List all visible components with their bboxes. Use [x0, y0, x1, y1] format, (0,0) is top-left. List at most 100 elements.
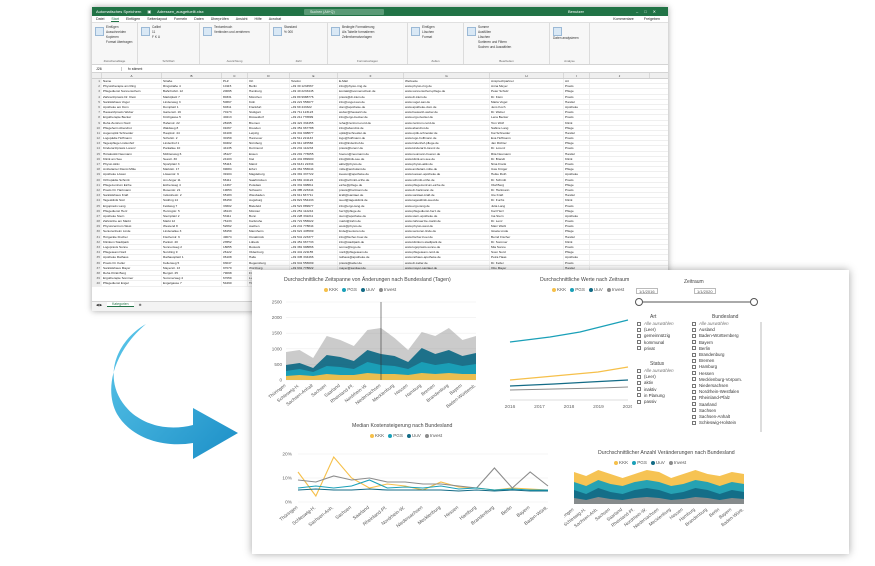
table-cell[interactable]: Sven Nord: [490, 250, 564, 255]
table-cell[interactable]: Apotheke: [564, 213, 590, 219]
table-cell[interactable]: www.dr-klein.de: [404, 94, 490, 99]
row-number[interactable]: 21: [92, 182, 102, 187]
table-cell[interactable]: Aachen: [248, 224, 290, 229]
table-cell[interactable]: 90402: [222, 141, 248, 146]
checkbox[interactable]: [692, 402, 696, 407]
table-cell[interactable]: info@lindenhof.de: [338, 141, 404, 146]
table-cell[interactable]: +49 621 445599: [290, 229, 338, 234]
table-cell[interactable]: +49 521 889977: [290, 203, 338, 208]
row-number[interactable]: 25: [92, 203, 102, 208]
table-cell[interactable]: reha@zentrum-nord.de: [338, 120, 404, 125]
row-number[interactable]: 19: [92, 172, 102, 177]
table-cell[interactable]: Pflegeheim Abendrot: [102, 125, 162, 130]
legend-pgs[interactable]: PGS: [632, 460, 647, 465]
table-cell[interactable]: Markt 12: [162, 219, 222, 224]
select-all-corner[interactable]: [92, 73, 102, 78]
table-cell[interactable]: +49 911 445566: [290, 141, 338, 146]
table-cell[interactable]: PLZ: [222, 79, 248, 84]
row-number[interactable]: 33: [92, 245, 102, 250]
table-cell[interactable]: Pflege: [564, 250, 590, 255]
row-number[interactable]: 20: [92, 177, 102, 182]
legend-uuv[interactable]: UuV: [650, 460, 665, 465]
table-cell[interactable]: Logopädie Hoffmann: [102, 136, 162, 141]
table-cell[interactable]: Klinik: [564, 239, 590, 244]
row-number[interactable]: 8: [92, 115, 102, 120]
table-cell[interactable]: 54290: [222, 281, 248, 286]
table-cell[interactable]: 52062: [222, 224, 248, 229]
checkbox[interactable]: [692, 371, 696, 376]
date-to[interactable]: 1/1/2020: [694, 288, 716, 294]
table-cell[interactable]: www.dr-keller.de: [404, 260, 490, 265]
table-cell[interactable]: Olaf Berg: [490, 182, 564, 187]
table-cell[interactable]: www.tagesklinik-sued.de: [404, 198, 490, 203]
table-cell[interactable]: Am Anger 11: [162, 177, 222, 182]
ribbon-button[interactable]: Suchen und Auswählen: [478, 45, 511, 50]
checkbox[interactable]: [692, 346, 696, 351]
table-cell[interactable]: Straße: [162, 79, 222, 84]
table-cell[interactable]: Ute Kraft: [490, 193, 564, 198]
column-header[interactable]: C: [222, 73, 248, 78]
table-cell[interactable]: Osnabrück: [248, 234, 290, 239]
ribbon-button[interactable]: Zellenformatvorlagen: [342, 35, 374, 40]
user-name[interactable]: Benutzer: [568, 7, 584, 16]
table-cell[interactable]: Mayerstr. 13: [162, 265, 222, 270]
menu-tab[interactable]: Datei: [96, 17, 104, 21]
table-cell[interactable]: Jens Koch: [490, 104, 564, 110]
table-cell[interactable]: Handel: [564, 130, 590, 136]
menu-tab[interactable]: Seitenlayout: [147, 17, 167, 21]
table-cell[interactable]: Hafenstr. 22: [162, 120, 222, 125]
table-cell[interactable]: +49 431 889900: [290, 156, 338, 161]
table-cell[interactable]: praxis@dr-klein.de: [338, 94, 404, 99]
table-cell[interactable]: Name: [102, 79, 162, 84]
table-cell[interactable]: praxis@keller.de: [338, 260, 404, 265]
table-cell[interactable]: www.rathaus-apotheke.de: [404, 255, 490, 260]
table-cell[interactable]: +49 711 123123: [290, 110, 338, 115]
table-cell[interactable]: www.klinik-am-see.de: [404, 156, 490, 161]
name-box[interactable]: J26: [96, 66, 122, 71]
table-cell[interactable]: www.zahnaerzte-markt.de: [404, 219, 490, 224]
table-cell[interactable]: eiche@pflege.de: [338, 182, 404, 187]
table-cell[interactable]: Ort: [248, 79, 290, 84]
table-cell[interactable]: 49074: [222, 234, 248, 239]
ribbon-command-icon[interactable]: [467, 27, 476, 36]
table-cell[interactable]: Ergotherapie Becker: [102, 115, 162, 120]
table-cell[interactable]: Dr. Hartmann: [490, 187, 564, 193]
table-cell[interactable]: www.klinikum-stadtpark.de: [404, 239, 490, 244]
table-cell[interactable]: +49 451 667733: [290, 239, 338, 244]
table-cell[interactable]: Südring 14: [162, 198, 222, 203]
table-cell[interactable]: +49 385 223344: [290, 187, 338, 193]
table-cell[interactable]: Bahnhofstr. 12: [162, 89, 222, 94]
row-number[interactable]: 23: [92, 193, 102, 198]
table-cell[interactable]: Industriestr. 2: [162, 193, 222, 198]
table-cell[interactable]: Handel: [564, 193, 590, 198]
table-cell[interactable]: Bergstr. 25: [162, 270, 222, 276]
table-cell[interactable]: www.pflegedienst-herz.de: [404, 208, 490, 213]
checkbox[interactable]: [692, 364, 696, 369]
table-cell[interactable]: www.hausarzt-weber.de: [404, 110, 490, 115]
table-cell[interactable]: Hörgeräte Fischer: [102, 234, 162, 239]
table-cell[interactable]: Augsburg: [248, 198, 290, 203]
table-cell[interactable]: Mia Sonne: [490, 245, 564, 250]
table-cell[interactable]: markt@zahn.de: [338, 219, 404, 224]
checkbox[interactable]: [692, 321, 696, 326]
table-cell[interactable]: Lindenweg 3: [162, 99, 222, 104]
table-cell[interactable]: rathaus@apotheke.de: [338, 255, 404, 260]
table-cell[interactable]: +49 345 334466: [290, 255, 338, 260]
table-cell[interactable]: Rostock: [248, 245, 290, 250]
table-cell[interactable]: Petra Haas: [490, 255, 564, 260]
table-cell[interactable]: +49 251 112244: [290, 208, 338, 213]
checkbox[interactable]: [692, 414, 696, 419]
column-header[interactable]: J: [590, 73, 650, 78]
table-cell[interactable]: Frankfurt: [248, 104, 290, 110]
table-cell[interactable]: Sonnenweg 2: [162, 245, 222, 250]
checkbox[interactable]: [637, 368, 641, 373]
table-cell[interactable]: Ringstraße 4: [162, 84, 222, 89]
table-cell[interactable]: info@abendrot.de: [338, 125, 404, 130]
table-cell[interactable]: +49 231 112233: [290, 146, 338, 151]
table-cell[interactable]: Praxis: [564, 224, 590, 229]
table-cell[interactable]: Zahnärzte am Markt: [102, 219, 162, 224]
menu-tab[interactable]: Acrobat: [269, 17, 281, 21]
table-cell[interactable]: 66111: [222, 177, 248, 182]
table-cell[interactable]: Dr. Klein: [490, 94, 564, 99]
table-cell[interactable]: Dr. Sommer: [490, 239, 564, 244]
